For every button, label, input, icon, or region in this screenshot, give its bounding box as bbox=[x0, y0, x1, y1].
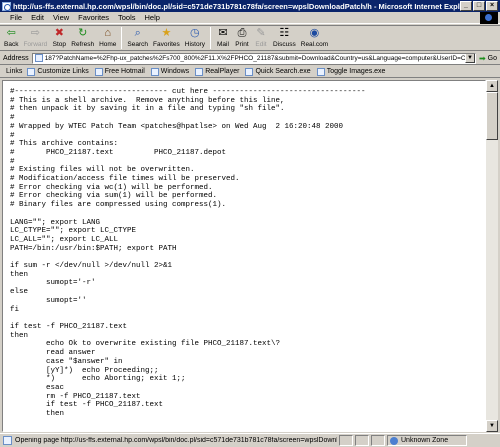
page-content[interactable]: #---------------------------------- cut … bbox=[2, 80, 486, 432]
history-button[interactable]: ◷ History bbox=[185, 26, 205, 49]
forward-arrow-icon: ⇨ bbox=[30, 27, 40, 39]
scroll-thumb[interactable] bbox=[486, 92, 498, 140]
refresh-icon: ↻ bbox=[78, 27, 88, 39]
go-arrow-icon: ➡ bbox=[478, 53, 486, 63]
edit-button[interactable]: ✎ Edit bbox=[254, 26, 268, 49]
title-bar: http://us-ffs.external.hp.com/wpsl/bin/d… bbox=[0, 0, 500, 12]
link-free-hotmail[interactable]: Free Hotmail bbox=[94, 67, 145, 76]
links-label: Links bbox=[6, 68, 23, 75]
forward-button[interactable]: ⇨ Forward bbox=[23, 26, 47, 49]
address-label: Address bbox=[3, 54, 29, 62]
maximize-button[interactable]: □ bbox=[473, 1, 485, 11]
close-button[interactable]: × bbox=[486, 1, 498, 11]
link-page-icon bbox=[27, 67, 36, 76]
standard-toolbar: ⇦ Back ⇨ Forward ✖ Stop ↻ Refresh ⌂ Home ⌕ Sea… bbox=[0, 25, 500, 51]
back-arrow-icon: ⇦ bbox=[6, 27, 16, 39]
menu-bar: File Edit View Favorites Tools Help bbox=[0, 12, 500, 24]
links-bar: Links Customize Links Free Hotmail Windo… bbox=[0, 66, 500, 78]
security-zone: Unknown Zone bbox=[387, 435, 467, 446]
page-icon bbox=[34, 54, 43, 62]
ie-icon bbox=[2, 1, 11, 11]
stop-icon: ✖ bbox=[54, 27, 64, 39]
history-icon: ◷ bbox=[190, 27, 200, 39]
realcom-button[interactable]: ◉ Real.com bbox=[301, 26, 328, 49]
toolbar-separator bbox=[209, 27, 211, 49]
menu-favorites[interactable]: Favorites bbox=[78, 13, 109, 22]
favorites-icon: ★ bbox=[161, 27, 172, 39]
print-icon: ⎙ bbox=[237, 27, 247, 39]
print-button[interactable]: ⎙ Print bbox=[235, 26, 249, 49]
link-quick-search[interactable]: Quick Search.exe bbox=[245, 67, 311, 76]
search-icon: ⌕ bbox=[134, 27, 141, 39]
home-button[interactable]: ⌂ Home bbox=[99, 26, 116, 49]
vertical-scrollbar[interactable]: ▲ ▼ bbox=[486, 80, 498, 432]
address-value[interactable]: 187?PatchName=%2Fhp-ux_patches%2Fs700_80… bbox=[45, 55, 465, 62]
link-page-icon bbox=[195, 67, 204, 76]
menu-edit[interactable]: Edit bbox=[31, 13, 44, 22]
scroll-up-icon[interactable]: ▲ bbox=[486, 80, 498, 92]
link-page-icon bbox=[150, 67, 159, 76]
link-toggle-images[interactable]: Toggle Images.exe bbox=[316, 67, 385, 76]
address-dropdown-icon[interactable]: ▼ bbox=[464, 53, 475, 63]
search-button[interactable]: ⌕ Search bbox=[127, 26, 148, 49]
link-realplayer[interactable]: RealPlayer bbox=[195, 67, 239, 76]
realcom-icon: ◉ bbox=[309, 27, 320, 39]
status-text: Opening page http://us-ffs.external.hp.c… bbox=[15, 437, 337, 444]
status-bar: Opening page http://us-ffs.external.hp.c… bbox=[0, 433, 500, 447]
favorites-button[interactable]: ★ Favorites bbox=[153, 26, 180, 49]
link-page-icon bbox=[316, 67, 325, 76]
status-cell bbox=[355, 435, 369, 446]
discuss-button[interactable]: ☷ Discuss bbox=[273, 26, 296, 49]
link-page-icon bbox=[245, 67, 254, 76]
link-page-icon bbox=[94, 67, 103, 76]
stop-button[interactable]: ✖ Stop bbox=[52, 26, 66, 49]
back-button[interactable]: ⇦ Back bbox=[4, 26, 18, 49]
link-windows[interactable]: Windows bbox=[150, 67, 189, 76]
menu-view[interactable]: View bbox=[53, 13, 69, 22]
discuss-icon: ☷ bbox=[279, 27, 290, 39]
toolbar-separator bbox=[121, 27, 123, 49]
status-cell bbox=[339, 435, 353, 446]
link-customize-links[interactable]: Customize Links bbox=[27, 67, 89, 76]
globe-icon bbox=[390, 436, 398, 445]
address-input[interactable]: 187?PatchName=%2Fhp-ux_patches%2Fs700_80… bbox=[31, 52, 476, 64]
go-label: Go bbox=[487, 54, 497, 62]
shell-archive-text: #---------------------------------- cut … bbox=[10, 88, 366, 419]
page-loading-icon bbox=[3, 436, 12, 445]
mail-button[interactable]: ✉ Mail bbox=[216, 26, 230, 49]
menu-file[interactable]: File bbox=[10, 13, 22, 22]
window-title: http://us-ffs.external.hp.com/wpsl/bin/d… bbox=[13, 1, 460, 11]
mail-icon: ✉ bbox=[218, 27, 228, 39]
scroll-down-icon[interactable]: ▼ bbox=[486, 420, 498, 432]
refresh-button[interactable]: ↻ Refresh bbox=[71, 26, 94, 49]
windows-logo-icon bbox=[480, 12, 498, 24]
home-icon: ⌂ bbox=[104, 27, 112, 39]
minimize-button[interactable]: _ bbox=[460, 1, 472, 11]
go-button[interactable]: ➡ Go bbox=[479, 54, 497, 63]
menu-help[interactable]: Help bbox=[145, 13, 160, 22]
menu-tools[interactable]: Tools bbox=[118, 13, 136, 22]
address-bar: Address 187?PatchName=%2Fhp-ux_patches%2… bbox=[0, 52, 500, 65]
edit-icon: ✎ bbox=[256, 27, 266, 39]
status-cell bbox=[371, 435, 385, 446]
